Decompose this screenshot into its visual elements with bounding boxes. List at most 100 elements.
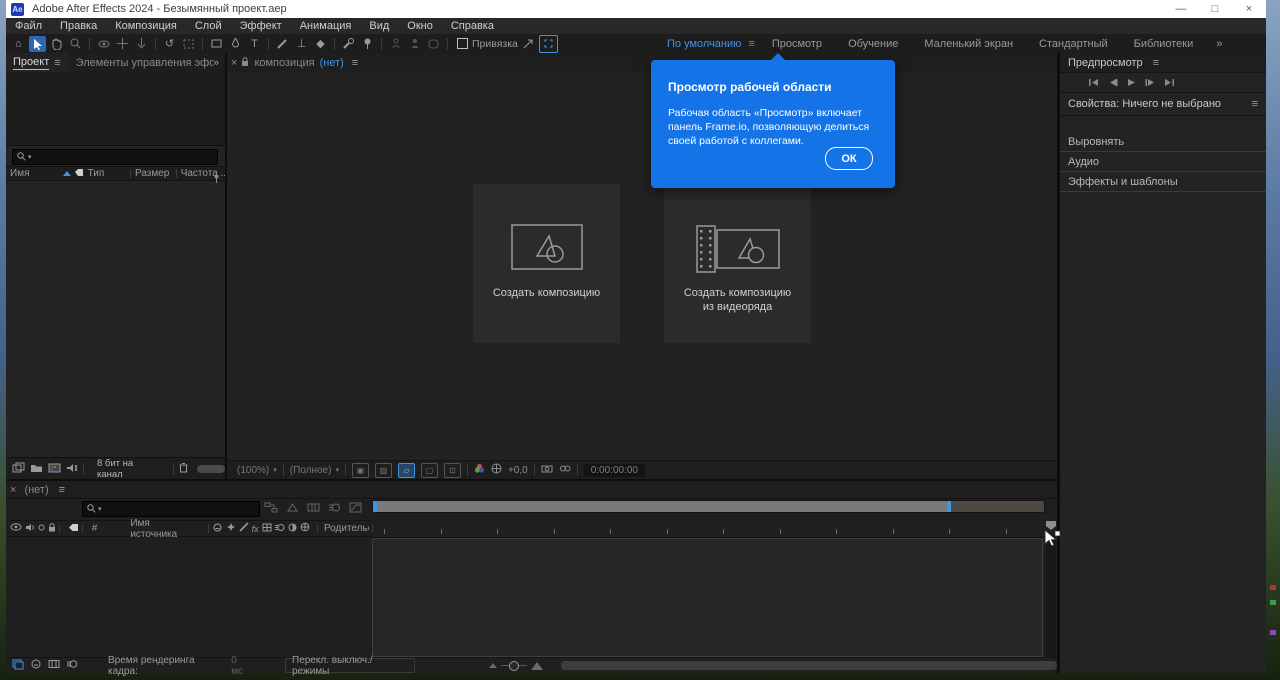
- close-button[interactable]: ×: [1232, 0, 1266, 18]
- adjustment-layer-icon[interactable]: [288, 523, 297, 535]
- solo-icon[interactable]: [38, 523, 45, 534]
- workspace-menu-icon[interactable]: ≡: [748, 38, 754, 50]
- index-column[interactable]: #: [92, 523, 98, 534]
- workspace-learn[interactable]: Обучение: [835, 38, 911, 50]
- viewer-tab-value[interactable]: (нет): [320, 57, 344, 69]
- play-icon[interactable]: [1127, 78, 1136, 87]
- trash-icon[interactable]: [179, 460, 188, 478]
- viewer-tab-close-icon[interactable]: ×: [227, 57, 241, 69]
- panel-menu-icon[interactable]: ≡: [54, 57, 60, 69]
- dolly-camera-tool-icon[interactable]: [133, 36, 150, 52]
- label-tag-icon[interactable]: [74, 168, 84, 180]
- guides-overlay-icon[interactable]: ⊡: [444, 463, 461, 478]
- column-name[interactable]: Имя: [6, 168, 60, 179]
- viewer-menu-icon[interactable]: ≡: [352, 57, 358, 69]
- menu-layer[interactable]: Слой: [186, 20, 231, 32]
- menu-edit[interactable]: Правка: [51, 20, 106, 32]
- maximize-button[interactable]: □: [1198, 0, 1232, 18]
- snapping-control[interactable]: Привязка: [457, 38, 518, 50]
- color-management-icon[interactable]: [474, 463, 485, 477]
- motion-blur-toggle-icon[interactable]: [66, 659, 78, 672]
- source-name-column[interactable]: Имя источника: [130, 518, 177, 540]
- work-area-bar[interactable]: [372, 500, 1045, 513]
- project-search-input[interactable]: ▾: [12, 149, 218, 165]
- menu-effect[interactable]: Эффект: [231, 20, 291, 32]
- time-ruler[interactable]: [372, 520, 1043, 538]
- exposure-icon[interactable]: [491, 463, 502, 477]
- search-dropdown-icon[interactable]: ▾: [98, 505, 102, 513]
- pan-camera-tool-icon[interactable]: [114, 36, 131, 52]
- composition-from-footage-card[interactable]: Создать композицию из видеоряда: [664, 184, 811, 343]
- next-frame-icon[interactable]: [1145, 78, 1155, 87]
- toggle-switches-modes-button[interactable]: Перекл. выключ./режимы: [285, 658, 415, 673]
- menu-file[interactable]: Файл: [6, 20, 51, 32]
- menu-view[interactable]: Вид: [360, 20, 398, 32]
- timeline-vertical-scrollbar[interactable]: [1046, 538, 1056, 657]
- zoom-out-icon[interactable]: [489, 663, 497, 668]
- parent-column[interactable]: Родительский элемент ...: [324, 523, 369, 534]
- panel-overflow-icon[interactable]: »: [213, 57, 225, 69]
- preview-panel-header[interactable]: Предпросмотр ≡: [1060, 53, 1266, 73]
- mask-visibility-icon[interactable]: ▱: [398, 463, 415, 478]
- interpret-footage-icon[interactable]: [12, 460, 25, 478]
- video-visibility-icon[interactable]: [10, 523, 22, 534]
- camera-tool-icon[interactable]: [180, 36, 197, 52]
- new-composition-icon[interactable]: [48, 460, 61, 478]
- workspace-standard[interactable]: Стандартный: [1026, 38, 1121, 50]
- graph-editor-icon[interactable]: [349, 500, 362, 518]
- draft-3d-icon[interactable]: [286, 500, 299, 518]
- zoom-slider-knob[interactable]: [509, 661, 519, 671]
- project-settings-icon[interactable]: [66, 460, 78, 478]
- properties-panel-header[interactable]: Свойства: Ничего не выбрано ≡: [1060, 93, 1266, 116]
- show-channel-icon[interactable]: ▣: [352, 463, 369, 478]
- label-column-icon[interactable]: [68, 523, 79, 535]
- exposure-value[interactable]: +0,0: [508, 465, 528, 476]
- composition-mini-icon[interactable]: [12, 659, 24, 673]
- workspace-libraries[interactable]: Библиотеки: [1121, 38, 1207, 50]
- frame-blending-icon[interactable]: [307, 500, 320, 518]
- tab-project[interactable]: Проект ≡: [6, 53, 68, 72]
- home-icon[interactable]: ⌂: [10, 36, 27, 52]
- zoom-slider[interactable]: [501, 665, 527, 666]
- menu-window[interactable]: Окно: [398, 20, 442, 32]
- workspace-overflow-icon[interactable]: »: [1206, 38, 1232, 50]
- clone-stamp-tool-icon[interactable]: ⊥: [293, 36, 310, 52]
- timeline-menu-icon[interactable]: ≡: [59, 484, 65, 496]
- bit-depth-label[interactable]: 8 бит на канал: [89, 458, 169, 480]
- project-scrollbar[interactable]: [197, 465, 225, 473]
- eraser-tool-icon[interactable]: ◆: [312, 36, 329, 52]
- orbit-camera-tool-icon[interactable]: [95, 36, 112, 52]
- minimize-button[interactable]: —: [1164, 0, 1198, 18]
- motion-blur-column-icon[interactable]: [275, 523, 285, 535]
- menu-help[interactable]: Справка: [442, 20, 503, 32]
- timeline-search-input[interactable]: ▾: [82, 501, 260, 517]
- show-snapshot-icon[interactable]: [559, 464, 571, 476]
- zoom-in-icon[interactable]: [531, 662, 543, 670]
- transparency-grid-icon[interactable]: ▨: [375, 463, 392, 478]
- rotation-tool-icon[interactable]: ↺: [161, 36, 178, 52]
- 3d-layer-icon[interactable]: [300, 522, 310, 535]
- snapshot-camera-icon[interactable]: [541, 464, 553, 476]
- rectangle-tool-icon[interactable]: [208, 36, 225, 52]
- frame-blending-toggle-icon[interactable]: [48, 659, 60, 672]
- align-panel-header[interactable]: Выровнять: [1060, 132, 1266, 152]
- pen-tool-icon[interactable]: [227, 36, 244, 52]
- new-composition-card[interactable]: Создать композицию: [473, 184, 620, 343]
- tab-effect-controls[interactable]: Элементы управления эффектами: [68, 57, 213, 69]
- timeline-tab-label[interactable]: (нет): [24, 484, 48, 496]
- timeline-tab-close-icon[interactable]: ×: [6, 484, 20, 496]
- work-area-end-handle[interactable]: [947, 501, 951, 512]
- workspace-default[interactable]: По умолчанию: [654, 38, 754, 50]
- frame-blend-column-icon[interactable]: [262, 523, 272, 535]
- column-size[interactable]: Размер: [131, 168, 176, 179]
- rotobrush-tool-icon[interactable]: [340, 36, 357, 52]
- selection-tool-icon[interactable]: [29, 36, 46, 52]
- zoom-tool-icon[interactable]: [67, 36, 84, 52]
- menu-composition[interactable]: Композиция: [106, 20, 186, 32]
- search-dropdown-icon[interactable]: ▾: [28, 153, 32, 161]
- audio-panel-header[interactable]: Аудио: [1060, 152, 1266, 172]
- ok-button[interactable]: ОК: [825, 147, 873, 170]
- previous-frame-icon[interactable]: [1108, 78, 1118, 87]
- lock-column-icon[interactable]: [48, 523, 56, 535]
- sort-ascending-icon[interactable]: [63, 171, 71, 176]
